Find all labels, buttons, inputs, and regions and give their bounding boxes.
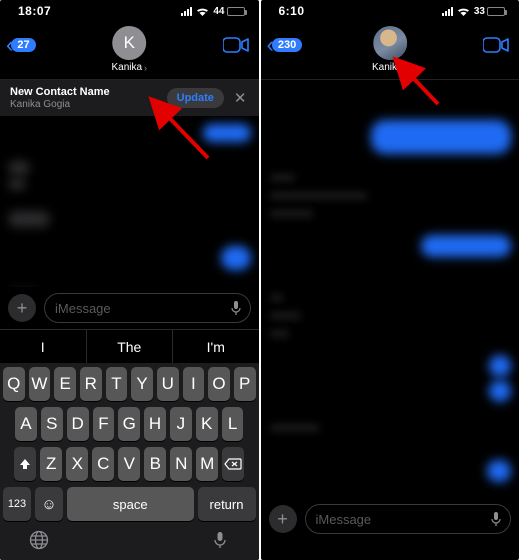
compose-row: + iMessage <box>261 498 519 540</box>
avatar <box>373 26 407 60</box>
message-bubble <box>489 380 511 402</box>
key-e[interactable]: E <box>54 367 76 401</box>
key-q[interactable]: Q <box>3 367 25 401</box>
message-bubble <box>8 161 30 175</box>
banner-subtitle: Kanika Gogia <box>10 99 161 110</box>
globe-key[interactable] <box>29 530 49 555</box>
key-c[interactable]: C <box>92 447 114 481</box>
chevron-right-icon: › <box>405 63 408 73</box>
chevron-right-icon: › <box>144 63 147 73</box>
emoji-key[interactable]: ☺ <box>35 487 63 521</box>
key-g[interactable]: G <box>118 407 140 441</box>
key-l[interactable]: L <box>222 407 244 441</box>
message-text: xxx <box>271 326 289 340</box>
compose-row: + iMessage <box>0 287 259 329</box>
message-input[interactable]: iMessage <box>44 293 251 323</box>
message-text: xx <box>271 290 283 304</box>
cellular-signal-icon <box>181 7 192 16</box>
suggestion[interactable]: I <box>0 330 87 363</box>
back-count-badge: 230 <box>272 38 302 52</box>
banner-title: New Contact Name <box>10 86 161 98</box>
conversation-area[interactable] <box>0 116 259 287</box>
key-x[interactable]: X <box>66 447 88 481</box>
attach-button[interactable]: + <box>269 505 297 533</box>
key-n[interactable]: N <box>170 447 192 481</box>
chat-header: ‹ 230 Kanika› <box>261 22 519 80</box>
key-r[interactable]: R <box>80 367 102 401</box>
quicktype-suggestions: I The I'm <box>0 329 259 363</box>
keyboard: Q W E R T Y U I O P A S D F G H J K L <box>0 363 259 560</box>
key-k[interactable]: K <box>196 407 218 441</box>
suggestion[interactable]: I'm <box>173 330 259 363</box>
contact-title[interactable]: Kanika› <box>372 26 408 73</box>
key-s[interactable]: S <box>41 407 63 441</box>
message-bubble <box>203 124 251 142</box>
message-text: xxxxxxxxxxxxxxxx <box>271 188 367 202</box>
message-input[interactable]: iMessage <box>305 504 512 534</box>
dictate-icon[interactable] <box>230 300 242 321</box>
delete-key[interactable] <box>222 447 244 481</box>
back-button[interactable]: ‹ 27 <box>6 32 36 58</box>
avatar: K <box>112 26 146 60</box>
status-time: 18:07 <box>18 4 51 18</box>
message-bubble <box>8 178 26 190</box>
numbers-key[interactable]: 123 <box>3 487 31 521</box>
key-j[interactable]: J <box>170 407 192 441</box>
key-z[interactable]: Z <box>40 447 62 481</box>
contact-update-banner: New Contact Name Kanika Gogia Update ✕ <box>0 80 259 116</box>
key-t[interactable]: T <box>106 367 128 401</box>
key-f[interactable]: F <box>93 407 115 441</box>
chat-header: ‹ 27 K Kanika› <box>0 22 259 80</box>
cellular-signal-icon <box>442 7 453 16</box>
conversation-area[interactable]: xxxx xxxxxxxxxxxxxxxx xxxxxxx xx xxxxx x… <box>261 80 519 498</box>
key-b[interactable]: B <box>144 447 166 481</box>
key-p[interactable]: P <box>234 367 256 401</box>
message-bubble <box>489 355 511 377</box>
back-button[interactable]: ‹ 230 <box>267 32 303 58</box>
attach-button[interactable]: + <box>8 294 36 322</box>
message-text: xxxxxxx <box>271 206 313 220</box>
status-bar: 6:10 33 <box>261 0 519 22</box>
return-key[interactable]: return <box>198 487 256 521</box>
space-key[interactable]: space <box>67 487 194 521</box>
status-time: 6:10 <box>279 4 305 18</box>
wifi-icon <box>457 6 470 16</box>
key-m[interactable]: M <box>196 447 218 481</box>
status-bar: 18:07 44 <box>0 0 259 22</box>
contact-name-label: Kanika <box>111 62 142 73</box>
key-u[interactable]: U <box>157 367 179 401</box>
message-bubble <box>221 246 251 270</box>
facetime-button[interactable] <box>483 36 509 59</box>
key-a[interactable]: A <box>15 407 37 441</box>
key-o[interactable]: O <box>208 367 230 401</box>
message-bubble <box>8 211 50 227</box>
key-i[interactable]: I <box>183 367 205 401</box>
key-y[interactable]: Y <box>131 367 153 401</box>
back-count-badge: 27 <box>11 38 35 52</box>
dictate-icon[interactable] <box>490 511 502 532</box>
phone-right: 6:10 33 ‹ 230 Kanika› <box>261 0 519 560</box>
close-banner-button[interactable]: ✕ <box>230 89 251 107</box>
message-bubble <box>421 235 511 257</box>
message-bubble <box>487 460 511 482</box>
key-w[interactable]: W <box>29 367 51 401</box>
message-text: xxxxx <box>271 308 301 322</box>
update-button[interactable]: Update <box>167 88 224 108</box>
message-text: xxxxxxxx <box>271 420 319 434</box>
facetime-button[interactable] <box>223 36 249 59</box>
suggestion[interactable]: The <box>87 330 174 363</box>
message-bubble <box>371 120 511 154</box>
contact-name-label: Kanika <box>372 62 403 73</box>
message-text: xxxx <box>271 170 295 184</box>
dictation-key[interactable] <box>210 530 230 555</box>
shift-key[interactable] <box>14 447 36 481</box>
key-v[interactable]: V <box>118 447 140 481</box>
key-d[interactable]: D <box>67 407 89 441</box>
battery-indicator: 44 <box>213 6 244 17</box>
phone-left: 18:07 44 ‹ 27 K Kanika› <box>0 0 259 560</box>
wifi-icon <box>196 6 209 16</box>
key-h[interactable]: H <box>144 407 166 441</box>
contact-title[interactable]: K Kanika› <box>111 26 147 73</box>
battery-indicator: 33 <box>474 6 505 17</box>
